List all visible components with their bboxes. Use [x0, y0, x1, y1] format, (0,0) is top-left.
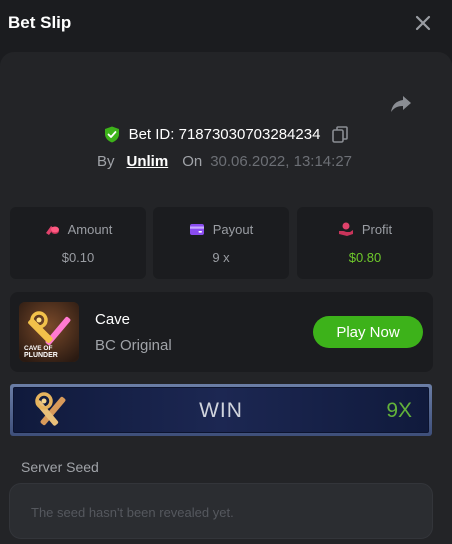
server-seed-value: The seed hasn't been revealed yet. — [31, 505, 234, 520]
game-card: CAVE OF PLUNDER Cave BC Original Play No… — [10, 292, 433, 372]
share-icon[interactable] — [389, 93, 413, 115]
on-label: On — [182, 152, 203, 170]
server-seed-label: Server Seed — [21, 459, 99, 475]
page-title: Bet Slip — [8, 13, 72, 32]
result-banner: WIN 9X — [10, 384, 432, 436]
payout-value: 9 x — [212, 250, 230, 265]
close-icon[interactable] — [412, 12, 434, 34]
bet-author-row: By Unlim On 30.06.2022, 13:14:27 — [97, 151, 352, 171]
game-thumbnail[interactable]: CAVE OF PLUNDER — [19, 302, 79, 362]
profit-card: Profit $0.80 — [297, 207, 433, 279]
amount-label: Amount — [67, 221, 113, 237]
payout-label-row: Payout — [153, 221, 289, 237]
cave-of-plunder-logo: CAVE OF PLUNDER — [19, 302, 79, 362]
result-banner-inner: WIN 9X — [13, 387, 429, 433]
coins-icon — [45, 226, 59, 235]
amount-card: Amount $0.10 — [10, 207, 146, 279]
profit-label-row: Profit — [297, 221, 433, 237]
game-name[interactable]: Cave — [95, 311, 130, 328]
by-label: By — [97, 152, 115, 170]
server-seed-field: The seed hasn't been revealed yet. — [9, 483, 433, 539]
profit-label: Profit — [361, 221, 393, 237]
bet-timestamp: 30.06.2022, 13:14:27 — [210, 152, 352, 170]
amount-label-row: Amount — [10, 221, 146, 237]
wallet-icon — [189, 224, 204, 235]
payout-card: Payout 9 x — [153, 207, 289, 279]
result-multiplier: 9X — [386, 399, 412, 422]
bet-slip-header: Bet Slip — [0, 0, 452, 46]
thumb-caption-line1: CAVE OF — [24, 345, 52, 352]
thumb-caption-line2: PLUNDER — [24, 352, 58, 359]
result-label: WIN — [199, 399, 243, 422]
amount-value: $0.10 — [61, 250, 95, 265]
shield-check-icon — [104, 126, 119, 142]
user-link[interactable]: Unlim — [127, 153, 169, 170]
game-provider: BC Original — [95, 337, 172, 354]
bet-id-row: Bet ID: 71873030703284234 — [0, 124, 452, 144]
payout-label: Payout — [212, 221, 254, 237]
copy-icon[interactable] — [332, 125, 349, 143]
bet-id: Bet ID: 71873030703284234 — [128, 125, 321, 143]
play-now-button[interactable]: Play Now — [313, 316, 423, 348]
hand-coins-icon — [338, 222, 353, 236]
profit-value: $0.80 — [348, 250, 382, 265]
